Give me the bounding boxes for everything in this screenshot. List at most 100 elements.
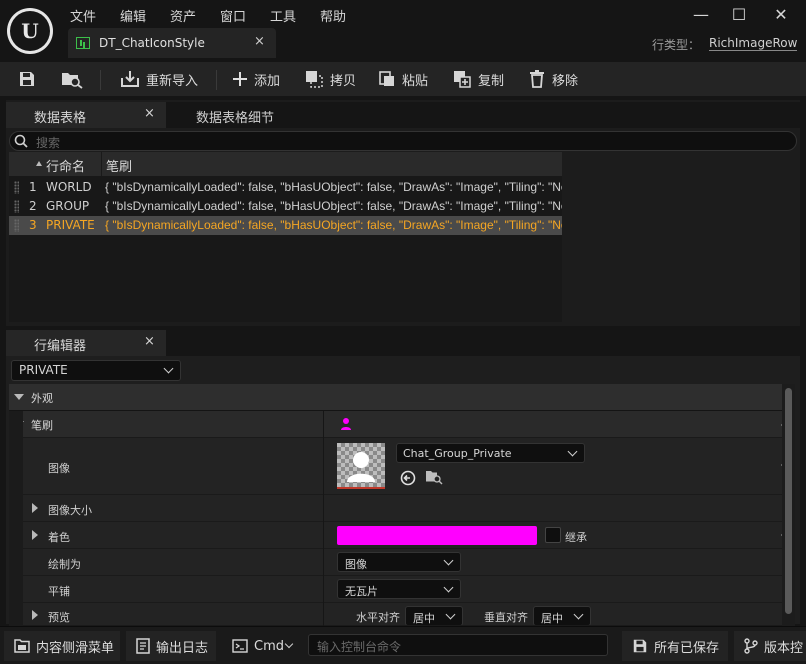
duplicate-icon xyxy=(454,71,471,88)
table-row[interactable]: 1 WORLD { "bIsDynamicallyLoaded": false,… xyxy=(9,178,562,197)
menu-window[interactable]: 窗口 xyxy=(220,6,246,25)
paste-label: 粘贴 xyxy=(402,73,429,89)
browse-button[interactable] xyxy=(60,62,84,96)
column-row-name[interactable]: 行命名 xyxy=(46,156,85,175)
menu-assets[interactable]: 资产 xyxy=(170,6,196,25)
remove-label: 移除 xyxy=(552,73,579,89)
menu-file[interactable]: 文件 xyxy=(70,6,96,25)
tint-color-swatch[interactable] xyxy=(337,526,537,545)
document-tab[interactable]: DT_ChatIconStyle × xyxy=(68,28,276,58)
minimize-button[interactable]: — xyxy=(686,4,716,26)
toolbar-separator xyxy=(216,70,217,90)
close-tab-icon[interactable]: × xyxy=(144,106,155,121)
title-bar: U 文件 编辑 资产 窗口 工具 帮助 — ☐ ✕ DT_ChatIconSty… xyxy=(0,0,806,62)
all-saved-indicator[interactable]: 所有已保存 xyxy=(622,631,728,661)
copy-button[interactable]: 拷贝 xyxy=(304,62,356,96)
add-button[interactable]: 添加 xyxy=(232,62,280,96)
duplicate-label: 复制 xyxy=(478,73,505,89)
reimport-icon xyxy=(121,71,139,87)
search-input[interactable]: 搜索 xyxy=(9,131,797,151)
tab-data-table-details[interactable]: 数据表格细节 xyxy=(196,107,274,126)
close-tab-icon[interactable]: × xyxy=(144,334,155,349)
browse-folder-icon[interactable] xyxy=(425,469,443,485)
chevron-down-icon xyxy=(443,582,454,593)
add-label: 添加 xyxy=(254,73,281,89)
terminal-icon xyxy=(232,639,248,653)
h-align-value: 居中 xyxy=(413,612,435,625)
close-tab-icon[interactable]: × xyxy=(254,34,265,49)
property-image: 图像 Chat_Group_Private xyxy=(9,438,795,495)
version-control-button[interactable]: 版本控 xyxy=(734,631,806,661)
row-type-value[interactable]: RichImageRow xyxy=(709,36,798,51)
use-selected-icon[interactable] xyxy=(400,470,416,486)
person-silhouette-icon xyxy=(347,452,375,482)
v-align-dropdown[interactable]: 居中 xyxy=(533,606,591,625)
browse-folder-icon xyxy=(62,73,83,89)
section-appearance[interactable]: 外观 xyxy=(9,384,795,410)
remove-button[interactable]: 移除 xyxy=(528,62,578,96)
expand-icon[interactable] xyxy=(32,530,38,540)
brush-label: 笔刷 xyxy=(31,419,53,432)
console-input[interactable]: 输入控制台命令 xyxy=(308,634,608,656)
scrollbar-thumb[interactable] xyxy=(785,388,792,614)
inherit-label: 继承 xyxy=(565,531,587,544)
output-log-button[interactable]: 输出日志 xyxy=(126,631,216,661)
trash-icon xyxy=(530,70,544,88)
table-empty-area xyxy=(562,152,797,322)
search-placeholder: 搜索 xyxy=(36,136,61,150)
duplicate-button[interactable]: 复制 xyxy=(452,62,504,96)
tab-data-table-label: 数据表格 xyxy=(34,111,87,126)
draw-as-label: 绘制为 xyxy=(48,558,81,571)
row-number: 2 xyxy=(29,199,37,213)
save-icon xyxy=(633,639,647,653)
menu-help[interactable]: 帮助 xyxy=(320,6,346,25)
row-type-label: 行类型： xyxy=(652,38,701,52)
image-label: 图像 xyxy=(48,462,70,475)
row-brush: { "bIsDynamicallyLoaded": false, "bHasUO… xyxy=(105,218,562,232)
close-window-button[interactable]: ✕ xyxy=(766,4,796,26)
copy-icon xyxy=(306,71,323,88)
v-align-label: 垂直对齐 xyxy=(484,611,528,624)
section-appearance-label: 外观 xyxy=(31,392,53,405)
inherit-checkbox[interactable] xyxy=(545,527,561,543)
h-align-dropdown[interactable]: 居中 xyxy=(405,606,463,625)
scrollbar-track[interactable] xyxy=(782,384,795,626)
image-size-label: 图像大小 xyxy=(48,504,92,517)
reimport-button[interactable]: 重新导入 xyxy=(120,62,198,96)
content-drawer-button[interactable]: 内容侧滑菜单 xyxy=(4,631,120,661)
paste-button[interactable]: 粘贴 xyxy=(378,62,428,96)
tiling-dropdown[interactable]: 无瓦片 xyxy=(337,579,461,599)
row-select-value: PRIVATE xyxy=(19,363,68,377)
table-row-selected[interactable]: 3 PRIVATE { "bIsDynamicallyLoaded": fals… xyxy=(9,216,562,235)
drag-handle-icon[interactable] xyxy=(14,181,19,194)
expand-icon[interactable] xyxy=(32,610,38,620)
property-tint: 着色 继承 xyxy=(9,522,795,549)
v-align-value: 居中 xyxy=(541,612,563,625)
tab-data-table[interactable]: 数据表格 × xyxy=(6,102,166,128)
tab-row-editor[interactable]: 行编辑器 × xyxy=(6,330,166,356)
cmd-selector[interactable]: Cmd xyxy=(222,631,302,661)
expand-icon[interactable] xyxy=(32,503,38,513)
image-asset-dropdown[interactable]: Chat_Group_Private xyxy=(396,443,585,463)
chevron-down-icon xyxy=(445,609,456,620)
maximize-button[interactable]: ☐ xyxy=(724,4,754,26)
menu-tools[interactable]: 工具 xyxy=(270,6,296,25)
drag-handle-icon[interactable] xyxy=(14,219,19,232)
unreal-logo[interactable]: U xyxy=(7,8,53,54)
table-row[interactable]: 2 GROUP { "bIsDynamicallyLoaded": false,… xyxy=(9,197,562,216)
property-draw-as: 绘制为 图像 xyxy=(9,549,795,576)
menu-edit[interactable]: 编辑 xyxy=(120,6,146,25)
save-button[interactable] xyxy=(18,62,36,96)
search-icon xyxy=(14,134,28,148)
chevron-down-icon xyxy=(163,363,174,374)
drag-handle-icon[interactable] xyxy=(14,200,19,213)
row-select-dropdown[interactable]: PRIVATE xyxy=(11,360,181,381)
row-name: WORLD xyxy=(46,180,92,194)
toolbar-separator xyxy=(100,70,101,90)
column-brush[interactable]: 笔刷 xyxy=(106,156,132,175)
draw-as-dropdown[interactable]: 图像 xyxy=(337,552,461,572)
version-control-label: 版本控 xyxy=(764,640,804,656)
version-control-icon xyxy=(744,638,758,654)
row-brush: { "bIsDynamicallyLoaded": false, "bHasUO… xyxy=(105,180,562,194)
image-thumbnail[interactable] xyxy=(337,443,385,489)
